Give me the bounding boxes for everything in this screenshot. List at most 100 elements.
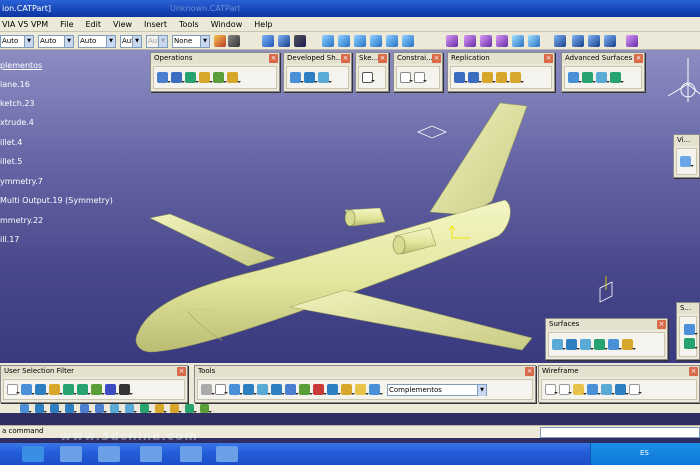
plane-icon[interactable] [573,384,587,395]
power-input-field[interactable] [540,427,700,438]
view-icon-5[interactable] [386,35,398,47]
extrude-surface-icon[interactable] [552,339,566,350]
menu-app[interactable]: VIA V5 VPM [0,20,56,29]
intersection-filter-icon[interactable] [77,384,91,395]
geometrical-set-icon[interactable] [341,384,355,395]
zoom-in-icon[interactable] [80,404,92,413]
line-thickness-select[interactable]: Auto ▼ [78,35,116,48]
view-icon-3[interactable] [354,35,366,47]
close-icon[interactable]: × [269,54,278,63]
spline-icon[interactable] [615,384,629,395]
view-palette[interactable]: Vi... [673,134,700,178]
iso-view-icon[interactable] [140,404,152,413]
surface-icon-1[interactable] [464,35,476,47]
sweep-icon[interactable] [580,339,594,350]
feature-filter-icon[interactable] [63,384,77,395]
close-icon[interactable]: × [432,54,441,63]
axis-system-icon[interactable] [229,384,243,395]
surface-filter-icon[interactable] [35,384,49,395]
blend-icon[interactable] [622,339,636,350]
ordered-set-icon[interactable] [369,384,383,395]
scan-icon[interactable] [313,384,327,395]
normal-view-icon[interactable] [110,404,122,413]
quick-select-icon[interactable] [105,384,119,395]
shape-morphing-icon[interactable] [610,72,624,83]
tools-palette[interactable]: Tools × Complementos ▼ [194,365,536,403]
wrap-surface-icon[interactable] [596,72,610,83]
advanced-surfaces-palette[interactable]: Advanced Surfaces × [561,52,645,92]
multi-section-icon[interactable] [608,339,622,350]
update-icon[interactable] [201,384,215,395]
multi-view-icon[interactable] [125,404,137,413]
tree-icon[interactable] [278,35,290,47]
surface-icon-3[interactable] [496,35,508,47]
tools-select-icon[interactable] [119,384,133,395]
healing-icon[interactable] [171,72,185,83]
hide-show-icon[interactable] [170,404,182,413]
menu-insert[interactable]: Insert [140,20,175,29]
fit-all-icon[interactable] [35,404,47,413]
power-copy-icon[interactable] [482,72,496,83]
surface-icon-5[interactable] [528,35,540,47]
3d-viewport[interactable]: plementos lane.16 ketch.23 xtrude.4 ille… [0,50,700,410]
wrap-curve-icon[interactable] [582,72,596,83]
join-icon[interactable] [157,72,171,83]
constraint-icon[interactable] [400,72,413,83]
view-icon-1[interactable] [322,35,334,47]
extract-icon[interactable] [199,72,213,83]
menu-view[interactable]: View [109,20,140,29]
pen-icon[interactable] [446,35,458,47]
point-icon[interactable] [545,384,558,395]
view-icon-4[interactable] [370,35,382,47]
surface-icon-4[interactable] [512,35,524,47]
line-type-select[interactable]: Aut ▼ [120,35,142,48]
cube-tool-icon[interactable] [285,384,299,395]
fill-color-select[interactable]: Auto ▼ [0,35,34,48]
layer-select[interactable]: None ▼ [172,35,210,48]
what-is-icon[interactable] [294,35,306,47]
apply-material-icon[interactable] [626,35,638,47]
constraint-box-icon[interactable] [414,72,427,83]
user-selection-filter-palette[interactable]: User Selection Filter × [0,365,188,403]
snap-icon[interactable] [271,384,285,395]
surface-icon-2[interactable] [480,35,492,47]
transfer-icon[interactable] [318,72,332,83]
point-filter-icon[interactable] [7,384,20,395]
close-icon[interactable]: × [177,367,186,376]
developed-shapes-palette[interactable]: Developed Sh... × [283,52,352,92]
close-icon[interactable]: × [634,54,643,63]
pan-icon[interactable] [50,404,62,413]
swap-space-icon[interactable] [185,404,197,413]
close-icon[interactable]: × [657,320,666,329]
menu-help[interactable]: Help [250,20,280,29]
solid-icon[interactable] [684,324,698,335]
grid-icon[interactable] [243,384,257,395]
constraints-palette[interactable]: Constrai... × [393,52,443,92]
close-icon[interactable]: × [544,54,553,63]
view-mode-icon[interactable] [680,156,694,167]
cube-icon-2[interactable] [572,35,584,47]
helix-icon[interactable] [629,384,642,395]
points-creation-icon[interactable] [468,72,482,83]
menu-file[interactable]: File [56,20,81,29]
trim-icon[interactable] [185,72,199,83]
menu-edit[interactable]: Edit [82,20,110,29]
zoom-out-icon[interactable] [95,404,107,413]
offset-icon[interactable] [566,339,580,350]
body-icon[interactable] [355,384,369,395]
operations-palette[interactable]: Operations × [150,52,280,92]
object-repetition-icon[interactable] [454,72,468,83]
painter-icon[interactable] [214,35,226,47]
curve-filter-icon[interactable] [21,384,35,395]
unfold-icon[interactable] [304,72,318,83]
workbench-icon[interactable] [262,35,274,47]
work-support-icon[interactable] [257,384,271,395]
develop-icon[interactable] [290,72,304,83]
close-icon[interactable]: × [341,54,350,63]
menu-window[interactable]: Window [207,20,251,29]
bump-icon[interactable] [568,72,582,83]
fill-icon[interactable] [594,339,608,350]
sketch-icon[interactable] [362,72,375,83]
trap-selection-icon[interactable] [91,384,105,395]
wireframe-palette[interactable]: Wireframe × [538,365,700,403]
